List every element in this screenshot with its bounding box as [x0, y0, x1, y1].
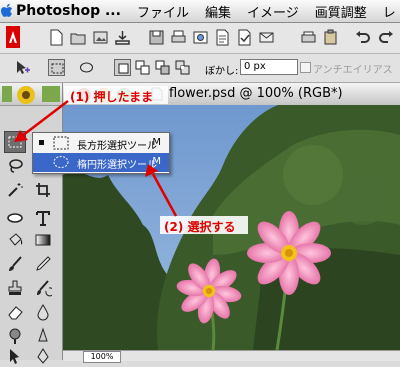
- rect-marquee-icon: [53, 136, 69, 150]
- flyout-item-ellipse-marquee[interactable]: 楕円形選択ツール M: [33, 153, 169, 172]
- blur-tool[interactable]: [32, 301, 54, 323]
- gradient-tool[interactable]: [32, 229, 54, 251]
- intersect-selection-icon[interactable]: [174, 59, 191, 76]
- lasso-tool[interactable]: [4, 155, 26, 177]
- tools-palette-header: [0, 83, 62, 106]
- flyout-label-rect: 長方形選択ツール: [77, 141, 157, 152]
- open-folder-icon[interactable]: [70, 29, 87, 46]
- ellipse-marquee-icon: [53, 155, 69, 169]
- flyout-item-rect-marquee[interactable]: 長方形選択ツール M: [33, 134, 169, 153]
- menu-file[interactable]: ファイル: [129, 2, 197, 21]
- subtract-from-selection-icon[interactable]: [154, 59, 171, 76]
- browse-icon[interactable]: [92, 29, 109, 46]
- sharpen-tool[interactable]: [32, 325, 54, 347]
- move-tool-preset-icon[interactable]: [14, 59, 31, 76]
- magic-wand-tool[interactable]: [4, 179, 26, 201]
- annotation-step2: (2) 選択する: [164, 220, 236, 234]
- undo-icon[interactable]: [354, 29, 371, 46]
- save-icon[interactable]: [148, 29, 165, 46]
- sunflower-logo-icon: [2, 86, 60, 104]
- email-icon[interactable]: [258, 29, 275, 46]
- apple-menu-icon[interactable]: [0, 0, 14, 22]
- standard-toolbar: [0, 23, 400, 54]
- print-icon[interactable]: [170, 29, 187, 46]
- antialias-label: アンチエイリアス: [313, 65, 393, 76]
- crop-tool[interactable]: [32, 179, 54, 201]
- menu-bar: Photoshop ... ファイル 編集 イメージ 画質調整 レ: [0, 0, 400, 23]
- type-tool[interactable]: [32, 207, 54, 229]
- menu-image[interactable]: イメージ: [239, 2, 307, 21]
- feather-input[interactable]: 0 px: [240, 59, 298, 75]
- adobe-logo-icon: [6, 26, 20, 48]
- clipboard-icon[interactable]: [322, 29, 339, 46]
- status-bar: 100%: [63, 350, 400, 363]
- path-selection-tool[interactable]: [4, 345, 26, 367]
- menu-layer[interactable]: レ: [375, 2, 400, 21]
- flyout-label-ellipse: 楕円形選択ツール: [77, 160, 157, 171]
- document-title: flower.psd @ 100% (RGB*): [169, 86, 343, 101]
- options-bar: ぼかし: 0 px アンチエイリアス: [0, 54, 400, 83]
- zoom-level-field[interactable]: 100%: [83, 351, 121, 363]
- flyout-shortcut-rect: M: [152, 137, 161, 148]
- flyout-shortcut-ellipse: M: [152, 156, 161, 167]
- rect-marquee-tool[interactable]: [4, 131, 26, 153]
- pencil-tool[interactable]: [32, 253, 54, 275]
- pen-tool[interactable]: [32, 345, 54, 367]
- rect-marquee-preset-icon[interactable]: [48, 59, 65, 76]
- annotation-step1: (1) 押したまま: [70, 90, 154, 104]
- checkmark-page-icon[interactable]: [236, 29, 253, 46]
- eraser-tool[interactable]: [4, 301, 26, 323]
- marquee-tool-flyout: 長方形選択ツール M 楕円形選択ツール M: [32, 132, 170, 174]
- current-tool-bullet-icon: [39, 140, 44, 145]
- feather-label: ぼかし:: [205, 66, 239, 77]
- history-brush-tool[interactable]: [32, 277, 54, 299]
- antialias-checkbox[interactable]: [300, 62, 311, 73]
- print-setup-icon[interactable]: [300, 29, 317, 46]
- page-setup-icon[interactable]: [214, 29, 231, 46]
- menu-app-name[interactable]: Photoshop ...: [14, 3, 129, 19]
- brush-tool[interactable]: [4, 253, 26, 275]
- paint-bucket-tool[interactable]: [4, 229, 26, 251]
- tools-palette: [0, 83, 63, 364]
- ellipse-marquee-preset-icon[interactable]: [78, 59, 95, 76]
- add-to-selection-icon[interactable]: [134, 59, 151, 76]
- healing-brush-tool[interactable]: [4, 207, 26, 229]
- redo-icon[interactable]: [378, 29, 395, 46]
- new-document-icon[interactable]: [48, 29, 65, 46]
- import-icon[interactable]: [114, 29, 131, 46]
- save-for-web-icon[interactable]: [192, 29, 209, 46]
- menu-adjust[interactable]: 画質調整: [307, 2, 375, 21]
- clone-stamp-tool[interactable]: [4, 277, 26, 299]
- dodge-tool[interactable]: [4, 325, 26, 347]
- menu-edit[interactable]: 編集: [197, 2, 239, 21]
- new-selection-icon[interactable]: [114, 59, 131, 76]
